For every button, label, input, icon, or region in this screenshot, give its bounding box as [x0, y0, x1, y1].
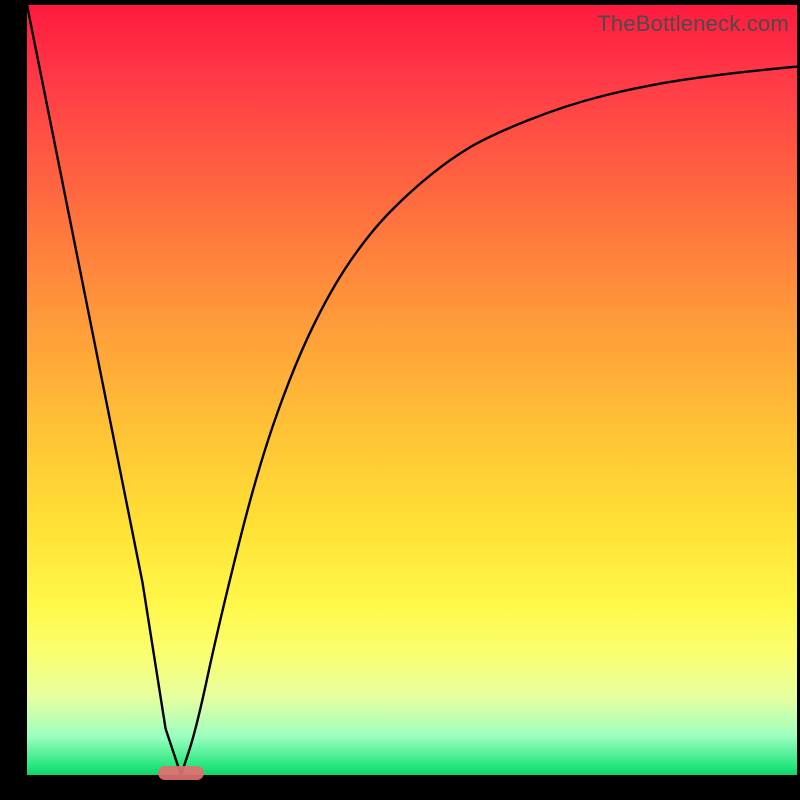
plot-area: TheBottleneck.com	[27, 5, 797, 775]
watermark-text: TheBottleneck.com	[597, 11, 789, 37]
curve-path	[27, 5, 797, 775]
bottleneck-curve	[27, 5, 797, 775]
chart-frame: TheBottleneck.com	[0, 0, 800, 800]
vertex-marker	[158, 766, 204, 780]
